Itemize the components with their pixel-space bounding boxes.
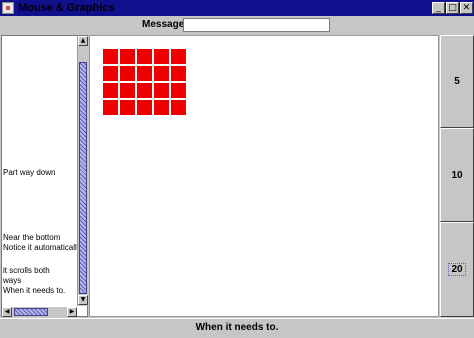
scroll-down-arrow-icon[interactable]: ▼ <box>78 295 88 305</box>
vertical-scroll-thumb[interactable] <box>79 62 87 294</box>
red-square <box>103 100 118 115</box>
red-square <box>154 66 169 81</box>
text-line: ways <box>3 276 22 285</box>
red-square <box>120 49 135 64</box>
red-square <box>171 66 186 81</box>
red-square <box>137 66 152 81</box>
red-square <box>137 100 152 115</box>
text-line: it scrolls both <box>3 266 50 275</box>
red-square <box>120 83 135 98</box>
red-square <box>120 100 135 115</box>
button-label: 10 <box>451 169 463 181</box>
red-square <box>154 83 169 98</box>
red-square <box>154 100 169 115</box>
size-20-button[interactable]: 20 <box>440 222 474 317</box>
red-square <box>103 83 118 98</box>
drawing-canvas[interactable] <box>89 35 439 317</box>
red-square <box>137 49 152 64</box>
button-label: 20 <box>448 263 466 276</box>
size-10-button[interactable]: 10 <box>440 128 474 222</box>
red-square <box>103 49 118 64</box>
text-line: Near the bottom <box>3 233 61 242</box>
minimize-button[interactable]: _ <box>432 2 445 14</box>
maximize-button[interactable]: □ <box>446 2 459 14</box>
close-button[interactable]: ✕ <box>460 2 473 14</box>
scroll-up-arrow-icon[interactable]: ▲ <box>78 36 88 46</box>
text-area-panel[interactable]: Part way down Near the bottom Notice it … <box>1 35 88 317</box>
scroll-left-arrow-icon[interactable]: ◀ <box>2 307 12 317</box>
red-square <box>154 49 169 64</box>
text-line: When it needs to. <box>3 286 66 295</box>
horizontal-scroll-thumb[interactable] <box>14 308 48 316</box>
message-input[interactable] <box>183 18 330 32</box>
red-square <box>137 83 152 98</box>
button-label: 5 <box>454 76 460 87</box>
message-label: Message: <box>142 19 188 30</box>
status-bar: When it needs to. <box>0 318 474 338</box>
red-square <box>171 49 186 64</box>
text-line: Notice it automatically <box>3 243 81 252</box>
scroll-right-arrow-icon[interactable]: ▶ <box>67 307 77 317</box>
red-square <box>171 100 186 115</box>
window-title: Mouse & Graphics <box>18 2 115 14</box>
horizontal-scrollbar[interactable]: ◀ ▶ <box>2 307 77 317</box>
size-5-button[interactable]: 5 <box>440 35 474 128</box>
red-square <box>171 83 186 98</box>
java-app-icon <box>2 2 14 14</box>
red-square <box>103 66 118 81</box>
vertical-scrollbar[interactable]: ▲ ▼ <box>77 36 88 306</box>
red-square <box>120 66 135 81</box>
text-line: Part way down <box>3 168 56 177</box>
